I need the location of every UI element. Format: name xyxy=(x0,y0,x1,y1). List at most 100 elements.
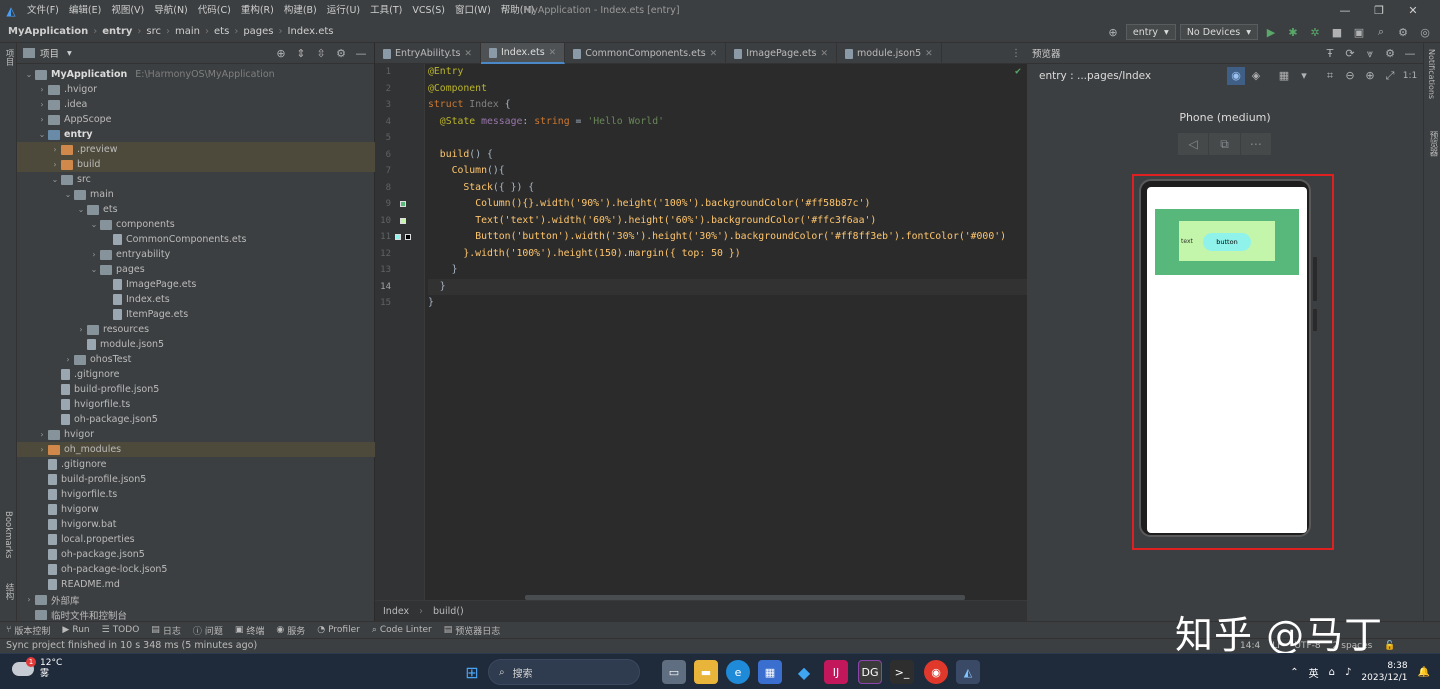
menu-file[interactable]: 文件(F) xyxy=(22,0,64,21)
hide-icon[interactable]: — xyxy=(352,45,370,63)
tree-folder[interactable]: ⌄ src xyxy=(17,172,375,187)
bookmarks-tool-tab[interactable]: Bookmarks xyxy=(3,511,13,559)
close-icon[interactable]: ✕ xyxy=(549,48,557,58)
tree-file[interactable]: hvigorw xyxy=(17,502,375,517)
breadcrumb-src[interactable]: src xyxy=(143,21,164,43)
actual-size-icon[interactable]: 1:1 xyxy=(1401,67,1419,85)
chevron-right-icon[interactable]: › xyxy=(49,160,61,169)
tree-folder[interactable]: › 外部库 xyxy=(17,592,375,607)
zoom-in-icon[interactable]: ⊕ xyxy=(1361,67,1379,85)
more-tabs-icon[interactable]: ⋮ xyxy=(1005,43,1027,63)
tree-file[interactable]: oh-package.json5 xyxy=(17,547,375,562)
breadcrumb-project[interactable]: MyApplication xyxy=(0,21,91,43)
zoom-out-icon[interactable]: ⊖ xyxy=(1341,67,1359,85)
expand-all-icon[interactable]: ⇕ xyxy=(292,45,310,63)
chevron-right-icon[interactable]: › xyxy=(36,100,48,109)
tree-folder[interactable]: › .idea xyxy=(17,97,375,112)
tree-folder[interactable]: › resources xyxy=(17,322,375,337)
close-icon[interactable]: ✕ xyxy=(821,49,829,59)
taskbar-search[interactable]: ⌕ 搜索 xyxy=(488,659,640,685)
tree-file[interactable]: CommonComponents.ets xyxy=(17,232,375,247)
tree-file[interactable]: ItemPage.ets xyxy=(17,307,375,322)
tree-root[interactable]: ⌄ MyApplication E:\HarmonyOS\MyApplication xyxy=(17,67,375,82)
tree-folder[interactable]: › entryability xyxy=(17,247,375,262)
color-swatch-icon[interactable] xyxy=(400,218,406,224)
debug-icon[interactable]: ✱ xyxy=(1284,23,1302,41)
close-icon[interactable]: ✕ xyxy=(464,49,472,59)
close-icon[interactable]: ✕ xyxy=(710,49,718,59)
tree-folder[interactable]: 临时文件和控制台 xyxy=(17,607,375,622)
close-icon[interactable]: ✕ xyxy=(1396,0,1430,21)
tab-entryability[interactable]: EntryAbility.ts ✕ xyxy=(375,43,481,64)
tree-file[interactable]: module.json5 xyxy=(17,337,375,352)
tree-folder[interactable]: ⌄ components xyxy=(17,217,375,232)
tree-folder[interactable]: › .hvigor xyxy=(17,82,375,97)
tree-folder[interactable]: › .preview xyxy=(17,142,375,157)
tree-folder[interactable]: › AppScope xyxy=(17,112,375,127)
tool-code-linter[interactable]: ⌕ Code Linter xyxy=(372,625,432,635)
device-manager-icon[interactable]: ▣ xyxy=(1350,23,1368,41)
tool-problems[interactable]: ⓘ 问题 xyxy=(193,624,223,637)
gear-icon[interactable]: ⚙ xyxy=(1394,23,1412,41)
run-config-select[interactable]: entry ▾ xyxy=(1125,24,1176,40)
layers-icon[interactable]: ◈ xyxy=(1247,67,1265,85)
tree-file[interactable]: README.md xyxy=(17,577,375,592)
tree-file[interactable]: oh-package-lock.json5 xyxy=(17,562,375,577)
tab-module-json5[interactable]: module.json5 ✕ xyxy=(837,43,942,64)
breadcrumb-method[interactable]: build() xyxy=(433,606,464,617)
menu-code[interactable]: 代码(C) xyxy=(193,0,236,21)
chevron-right-icon[interactable]: › xyxy=(88,250,100,259)
menu-navigate[interactable]: 导航(N) xyxy=(149,0,193,21)
tool-terminal[interactable]: ▣ 终端 xyxy=(235,624,265,637)
back-icon[interactable]: ◁ xyxy=(1178,133,1210,155)
color-swatch-icon[interactable] xyxy=(405,234,411,240)
vscode-icon[interactable]: ◆ xyxy=(792,660,816,684)
status-message[interactable]: Sync project finished in 10 s 348 ms (5 … xyxy=(6,639,257,653)
tab-commoncomponents[interactable]: CommonComponents.ets ✕ xyxy=(565,43,727,64)
tree-file[interactable]: Index.ets xyxy=(17,292,375,307)
chevron-down-icon[interactable]: ⌄ xyxy=(36,130,48,139)
previewer-tool-tab[interactable]: 预览器 xyxy=(1427,131,1439,157)
chevron-right-icon[interactable]: › xyxy=(36,85,48,94)
grid-icon[interactable]: ▦ xyxy=(1275,67,1293,85)
breadcrumb-file[interactable]: Index.ets xyxy=(285,21,337,43)
gear-icon[interactable]: ⚙ xyxy=(332,45,350,63)
chevron-down-icon[interactable]: ⌄ xyxy=(88,265,100,274)
tree-file[interactable]: hvigorw.bat xyxy=(17,517,375,532)
filter-icon[interactable]: ⩔ xyxy=(1361,45,1379,63)
code-area[interactable]: @Entry @Component struct Index { @State … xyxy=(428,64,1027,600)
lock-icon[interactable]: 🔓 xyxy=(1384,639,1395,653)
network-icon[interactable]: ⌂ xyxy=(1329,667,1335,678)
stop-icon[interactable]: ■ xyxy=(1328,23,1346,41)
gear-icon[interactable]: ⚙ xyxy=(1381,45,1399,63)
bell-icon[interactable]: 🔔 xyxy=(1418,667,1430,678)
terminal-icon[interactable]: >_ xyxy=(890,660,914,684)
collapse-all-icon[interactable]: ⇳ xyxy=(312,45,330,63)
project-tool-tab[interactable]: 项目 xyxy=(3,49,15,66)
breadcrumb-main[interactable]: main xyxy=(172,21,203,43)
tree-folder[interactable]: ⌄ entry xyxy=(17,127,375,142)
chevron-right-icon[interactable]: › xyxy=(23,595,35,604)
ime-indicator[interactable]: 英 xyxy=(1309,665,1319,680)
tool-todo[interactable]: ☰ TODO xyxy=(102,625,140,635)
menu-run[interactable]: 运行(U) xyxy=(322,0,365,21)
chrome-icon[interactable]: ◉ xyxy=(924,660,948,684)
color-swatch-icon[interactable] xyxy=(395,234,401,240)
tree-file[interactable]: hvigorfile.ts xyxy=(17,397,375,412)
tree-file[interactable]: .gitignore xyxy=(17,457,375,472)
locate-icon[interactable]: ⊕ xyxy=(272,45,290,63)
volume-icon[interactable]: ♪ xyxy=(1345,667,1351,678)
datagrip-icon[interactable]: DG xyxy=(858,660,882,684)
chevron-right-icon[interactable]: › xyxy=(62,355,74,364)
weather-widget[interactable]: 1 12°C 雾 xyxy=(12,657,62,680)
color-swatch-icon[interactable] xyxy=(400,201,406,207)
menu-refactor[interactable]: 重构(R) xyxy=(236,0,279,21)
chevron-down-icon[interactable]: ⌄ xyxy=(75,205,87,214)
rotate-icon[interactable]: ⧉ xyxy=(1209,133,1241,155)
tool-run[interactable]: ▶ Run xyxy=(62,625,89,635)
deveco-studio-icon[interactable]: ◭ xyxy=(956,660,980,684)
run-icon[interactable]: ▶ xyxy=(1262,23,1280,41)
device-select[interactable]: No Devices ▾ xyxy=(1179,24,1258,40)
tool-vcs[interactable]: ⑂ 版本控制 xyxy=(6,624,50,637)
tree-file[interactable]: build-profile.json5 xyxy=(17,472,375,487)
